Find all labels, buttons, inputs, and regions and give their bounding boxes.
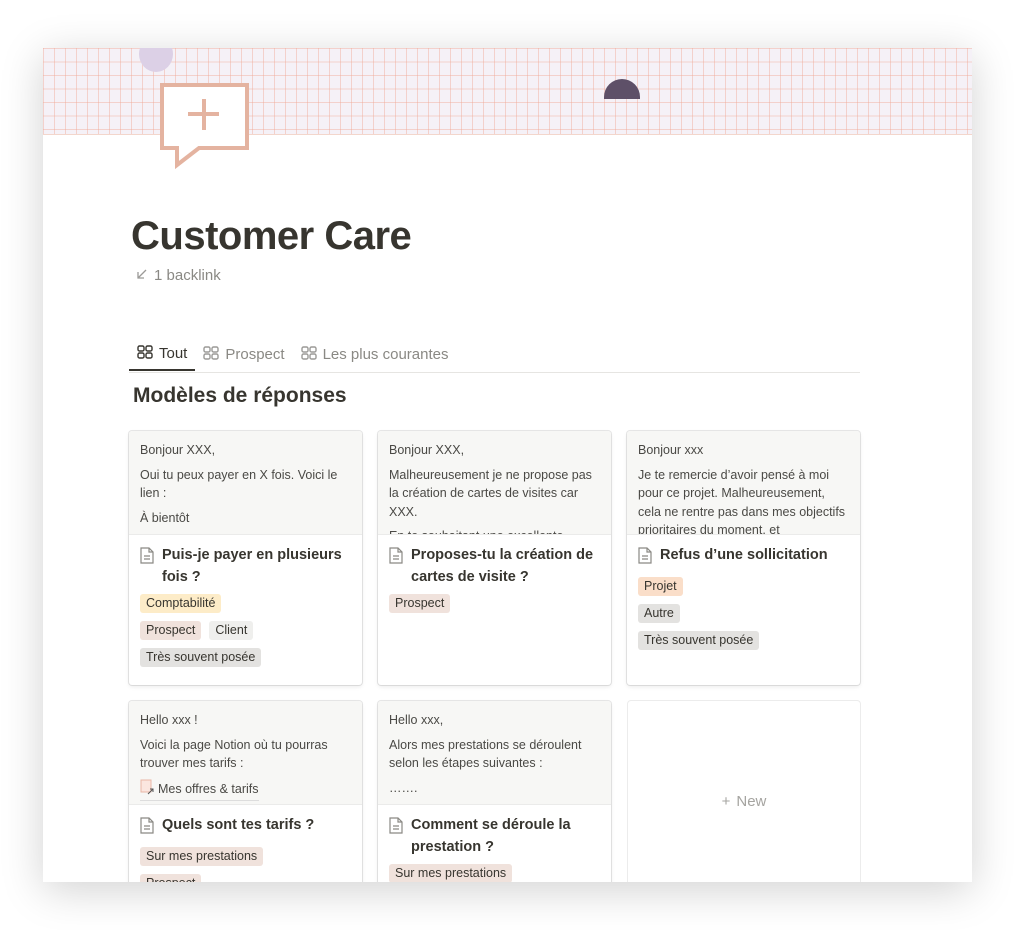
page-title: Customer Care xyxy=(131,214,412,258)
preview-line: Oui tu peux payer en X fois. Voici le li… xyxy=(140,467,338,501)
tag: Sur mes prestations xyxy=(389,864,513,882)
page-document-icon xyxy=(140,544,154,588)
card-preview: Hello xxx, Alors mes prestations se dérou… xyxy=(378,701,611,805)
tab-label: Prospect xyxy=(225,346,285,363)
page-document-icon xyxy=(638,544,652,571)
tag: Très souvent posée xyxy=(638,631,760,650)
plus-icon: + xyxy=(721,792,731,810)
card-title: Comment se déroule la prestation ? xyxy=(411,817,571,855)
preview-line: Je te remercie d’avoir pensé à moi pour … xyxy=(638,467,846,535)
tag: Client xyxy=(209,621,254,640)
preview-line: Alors mes prestations se déroulent selon… xyxy=(389,737,582,771)
tag: Comptabilité xyxy=(140,594,222,613)
preview-line: Bonjour XXX, xyxy=(389,443,465,457)
backlink-link[interactable]: 1 backlink xyxy=(136,267,221,284)
gallery-card[interactable]: Hello xxx, Alors mes prestations se dérou… xyxy=(378,701,611,882)
new-card-button[interactable]: + New xyxy=(628,701,860,882)
view-tabs: Tout Prospect Les plus courantes xyxy=(129,338,860,373)
backlink-count: 1 backlink xyxy=(154,267,221,284)
cover-dome-shape xyxy=(604,79,640,99)
tab-prospect[interactable]: Prospect xyxy=(195,338,292,371)
card-title: Proposes-tu la création de cartes de vis… xyxy=(411,547,594,585)
page-link[interactable]: Mes offres & tarifs xyxy=(140,779,259,801)
preview-line: À bientôt xyxy=(140,510,190,525)
tab-tout[interactable]: Tout xyxy=(129,338,196,371)
cover-blob-shape xyxy=(139,48,173,72)
tag: Prospect xyxy=(140,621,202,640)
card-tags: Sur mes prestations xyxy=(389,864,600,882)
preview-line: Voici la page Notion où tu pourras trouv… xyxy=(140,737,328,771)
tag: Très souvent posée xyxy=(140,648,262,667)
gallery-card[interactable]: Bonjour xxx Je te remercie d’avoir pensé … xyxy=(627,431,860,685)
gallery-view-icon xyxy=(137,344,153,363)
chat-plus-icon[interactable] xyxy=(159,82,251,175)
preview-line: Bonjour xxx xyxy=(638,443,704,457)
linked-page-icon xyxy=(140,779,154,801)
notion-page: Customer Care 1 backlink Tout Prospect Les… xyxy=(43,48,972,882)
card-preview: Hello xxx ! Voici la page Notion où tu po… xyxy=(129,701,362,805)
card-preview: Bonjour XXX, Malheureusement je ne propos… xyxy=(378,431,611,535)
card-title: Quels sont tes tarifs ? xyxy=(162,817,315,833)
card-title: Refus d’une sollicitation xyxy=(660,547,828,563)
tag: Prospect xyxy=(140,874,202,882)
page-document-icon xyxy=(389,814,403,858)
page-link-label: Mes offres & tarifs xyxy=(158,782,259,796)
card-tags: Prospect xyxy=(389,594,600,621)
page-document-icon xyxy=(140,814,154,841)
gallery-card[interactable]: Hello xxx ! Voici la page Notion où tu po… xyxy=(129,701,362,882)
gallery-card[interactable]: Bonjour XXX, Malheureusement je ne propos… xyxy=(378,431,611,685)
card-title: Puis-je payer en plusieurs fois ? xyxy=(162,547,342,585)
card-tags: Comptabilité Prospect Client Très souvent p… xyxy=(140,594,351,675)
tag: Sur mes prestations xyxy=(140,847,264,866)
tab-label: Tout xyxy=(159,345,188,362)
card-tags: Sur mes prestations Prospect xyxy=(140,847,351,882)
preview-line: En te souhaitant une excellente xyxy=(389,527,600,534)
tag: Prospect xyxy=(389,594,451,613)
preview-line: ……. xyxy=(389,780,418,795)
page-document-icon xyxy=(389,544,403,588)
card-preview: Bonjour xxx Je te remercie d’avoir pensé … xyxy=(627,431,860,535)
new-label: New xyxy=(736,792,767,810)
gallery-view-icon xyxy=(300,345,317,364)
tag: Autre xyxy=(638,604,680,623)
preview-line: Bonjour XXX, xyxy=(140,443,216,457)
gallery-view-icon xyxy=(203,345,220,364)
preview-line: Hello xxx, xyxy=(389,713,444,727)
card-preview: Bonjour XXX, Oui tu peux payer en X fois.… xyxy=(129,431,362,535)
tab-label: Les plus courantes xyxy=(322,346,449,363)
section-title: Modèles de réponses xyxy=(133,384,347,407)
tag: Projet xyxy=(638,577,683,596)
preview-line: Hello xxx ! xyxy=(140,713,198,727)
gallery-card[interactable]: Bonjour XXX, Oui tu peux payer en X fois.… xyxy=(129,431,362,685)
card-tags: Projet Autre Très souvent posée xyxy=(638,577,849,658)
arrow-down-left-icon xyxy=(136,267,148,284)
preview-line: Malheureusement je ne propose pas la cré… xyxy=(389,467,592,519)
tab-les-plus-courantes[interactable]: Les plus courantes xyxy=(293,338,457,371)
